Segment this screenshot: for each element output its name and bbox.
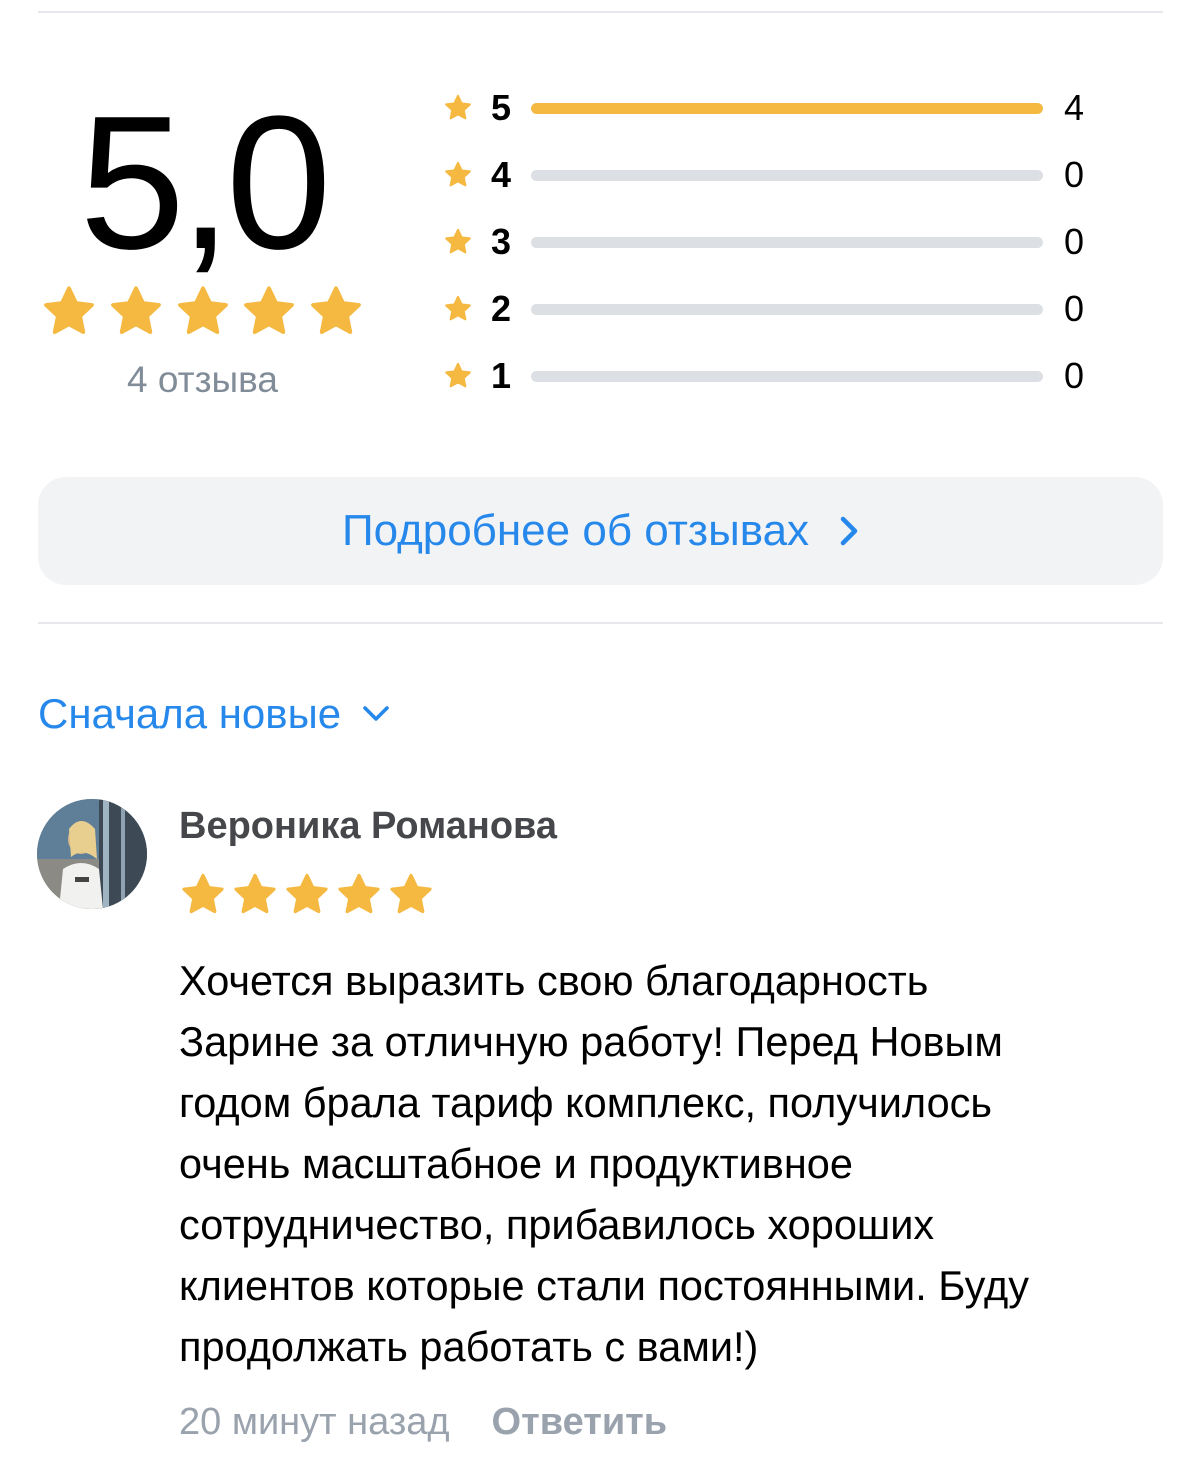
distribution-count: 0 xyxy=(1063,355,1085,396)
distribution-bar xyxy=(531,371,1043,382)
distribution-row-2: 2 0 xyxy=(440,289,1100,356)
star-icon xyxy=(231,871,279,919)
average-rating-stars xyxy=(40,283,365,341)
distribution-level: 3 xyxy=(490,221,512,262)
sort-dropdown[interactable]: Сначала новые xyxy=(38,688,391,740)
more-about-reviews-button[interactable]: Подробнее об отзывах xyxy=(38,477,1163,585)
star-icon xyxy=(174,283,232,341)
distribution-count: 0 xyxy=(1063,221,1085,262)
star-icon xyxy=(307,283,365,341)
rating-distribution: 5 4 4 0 3 0 2 0 1 0 xyxy=(440,88,1100,423)
review-text: Хочется выразить свою благодарность Зари… xyxy=(179,957,1029,1370)
star-icon xyxy=(240,283,298,341)
reply-button[interactable]: Ответить xyxy=(492,1398,668,1446)
more-about-reviews-label: Подробнее об отзывах xyxy=(341,506,810,555)
distribution-count: 4 xyxy=(1063,87,1085,128)
user-photo-icon xyxy=(37,799,147,909)
distribution-level: 4 xyxy=(490,154,512,195)
distribution-count: 0 xyxy=(1063,154,1085,195)
distribution-bar xyxy=(531,237,1043,248)
star-icon xyxy=(443,160,473,190)
distribution-bar xyxy=(531,170,1043,181)
chevron-right-icon xyxy=(840,516,858,546)
review-meta: 20 минут назад Ответить xyxy=(179,1398,667,1446)
distribution-level: 2 xyxy=(490,288,512,329)
star-icon xyxy=(443,227,473,257)
star-icon xyxy=(283,871,331,919)
sort-label: Сначала новые xyxy=(38,690,342,737)
star-icon xyxy=(443,93,473,123)
top-divider xyxy=(38,11,1163,13)
review-time: 20 минут назад xyxy=(179,1401,450,1443)
average-rating: 5,0 xyxy=(79,77,331,289)
avatar[interactable] xyxy=(37,799,147,909)
star-icon xyxy=(335,871,383,919)
reviews-count: 4 отзыва xyxy=(127,359,278,400)
distribution-level: 5 xyxy=(490,87,512,128)
star-icon xyxy=(387,871,435,919)
star-icon xyxy=(443,294,473,324)
distribution-level: 1 xyxy=(490,355,512,396)
distribution-bar-fill xyxy=(531,103,1043,114)
star-icon xyxy=(179,871,227,919)
star-icon xyxy=(107,283,165,341)
distribution-count: 0 xyxy=(1063,288,1085,329)
distribution-bar xyxy=(531,304,1043,315)
distribution-row-4: 4 0 xyxy=(440,155,1100,222)
star-icon xyxy=(443,361,473,391)
distribution-bar xyxy=(531,103,1043,114)
section-divider xyxy=(38,622,1163,624)
distribution-row-3: 3 0 xyxy=(440,222,1100,289)
distribution-row-1: 1 0 xyxy=(440,356,1100,423)
star-icon xyxy=(40,283,98,341)
review-author[interactable]: Вероника Романова xyxy=(179,803,557,849)
chevron-down-icon xyxy=(363,706,389,721)
review-rating-stars xyxy=(179,871,435,919)
distribution-row-5: 5 4 xyxy=(440,88,1100,155)
